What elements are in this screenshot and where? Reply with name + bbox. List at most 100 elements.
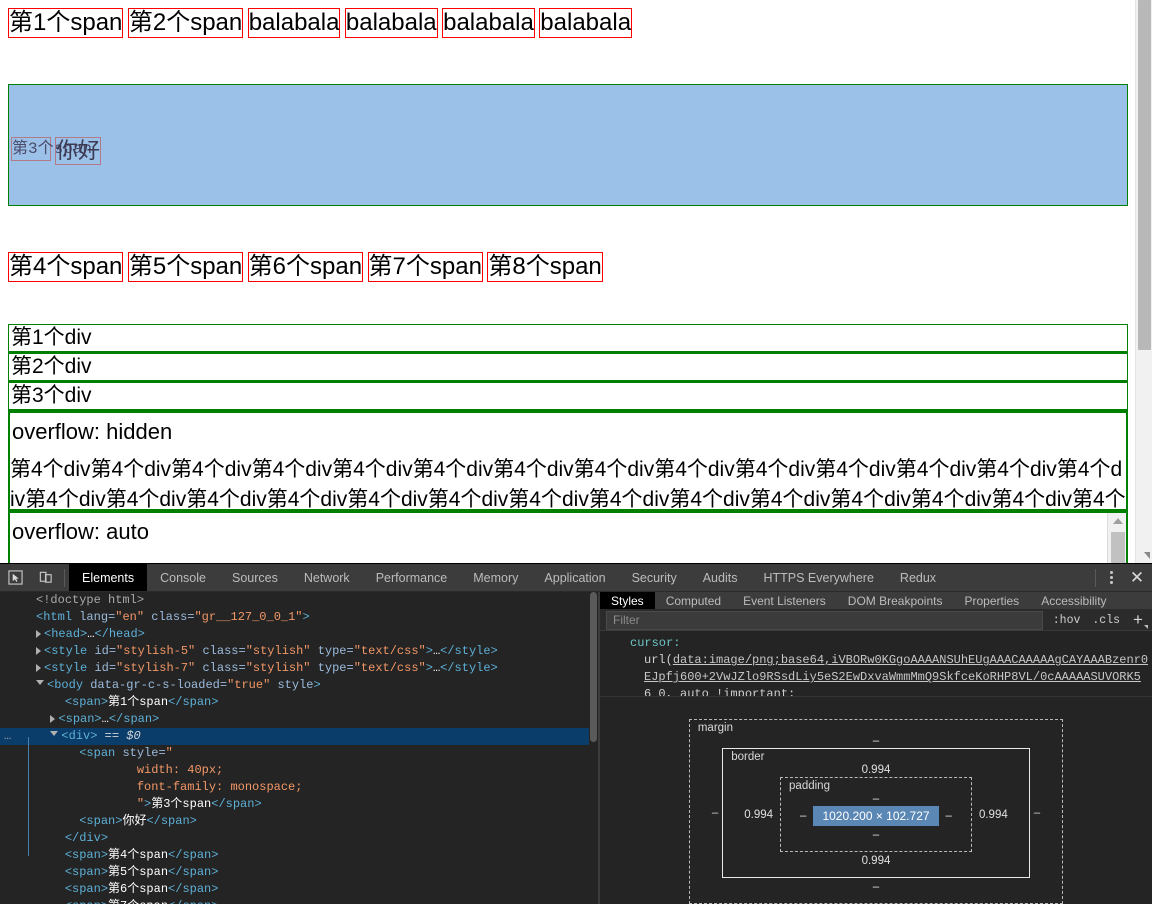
span-row-2: 第4个span 第5个span 第6个span 第7个span 第8个span	[8, 252, 1127, 282]
inspected-div-highlight[interactable]: 第3个span你好	[8, 84, 1128, 206]
expanded-triangle-icon[interactable]	[36, 680, 45, 689]
dom-row[interactable]: width: 40px;	[0, 762, 598, 779]
dom-row[interactable]: <head>…</head>	[0, 626, 598, 643]
dom-token-txt: 第1个span	[108, 695, 169, 709]
dom-token-tag: </span>	[168, 695, 219, 709]
resize-corner-icon[interactable]	[1144, 552, 1150, 559]
collapsed-triangle-icon[interactable]	[36, 629, 42, 638]
tab-security[interactable]: Security	[619, 564, 690, 591]
overflow-auto-scrollbar[interactable]	[1107, 513, 1126, 563]
tab-elements[interactable]: Elements	[69, 564, 148, 591]
dom-token-val: "text/css"	[353, 661, 426, 675]
dom-token-txt: 第3个span	[151, 797, 212, 811]
styles-tab-styles[interactable]: Styles	[600, 592, 655, 610]
blue-box-inner: 第3个span你好	[11, 137, 102, 165]
dom-scrollbar-thumb[interactable]	[590, 592, 597, 742]
dom-row[interactable]: <html lang="en" class="gr__127_0_0_1">	[0, 609, 598, 626]
dom-row[interactable]: <span>第5个span</span>	[0, 864, 598, 881]
tab-sources[interactable]: Sources	[219, 564, 291, 591]
css-value-line-2: EJpfj600+2VwJZlo9RSsdLiy5eS2EwDxvaWmmMmQ…	[644, 670, 1141, 685]
dom-token-attr: class=	[195, 661, 246, 675]
scroll-up-arrow-icon[interactable]	[1112, 518, 1123, 524]
tab-https-everywhere[interactable]: HTTPS Everywhere	[750, 564, 886, 591]
box-model-border[interactable]: border 0.994 0.994 padding – – 1020.200 …	[722, 748, 1030, 878]
collapsed-triangle-icon[interactable]	[50, 714, 56, 723]
dom-row[interactable]: <span>…</span>	[0, 711, 598, 728]
collapsed-triangle-icon[interactable]	[36, 646, 42, 655]
padding-bottom-value[interactable]: –	[793, 828, 959, 843]
cls-toggle[interactable]: .cls	[1086, 614, 1126, 627]
device-toolbar-icon[interactable]	[30, 564, 60, 591]
styles-tab-properties[interactable]: Properties	[953, 592, 1030, 609]
dom-row[interactable]: <style id="stylish-5" class="stylish" ty…	[0, 643, 598, 660]
styles-tab-computed[interactable]: Computed	[655, 592, 732, 609]
collapsed-triangle-icon[interactable]	[36, 663, 42, 672]
dom-row[interactable]: <span>第7个span</span>	[0, 898, 598, 904]
dom-row-ellipsis[interactable]: …	[4, 728, 11, 745]
span-item-1: 第4个span	[8, 252, 124, 282]
margin-right-value[interactable]: –	[1030, 807, 1044, 819]
filter-input[interactable]	[606, 610, 1043, 630]
padding-top-value[interactable]: –	[793, 792, 959, 806]
border-left-value[interactable]: 0.994	[737, 809, 780, 821]
dom-tree-panel[interactable]: <!doctype html> <html lang="en" class="g…	[0, 592, 598, 904]
span-item-5: balabala	[442, 8, 535, 38]
dom-tree-scrollbar[interactable]	[589, 592, 598, 904]
dom-row[interactable]: <body data-gr-c-s-loaded="true" style>	[0, 677, 598, 694]
content-box-size[interactable]: 1020.200 × 102.727	[813, 806, 939, 826]
dom-row-selected[interactable]: … <div> == $0	[0, 728, 598, 745]
padding-right-value[interactable]: –	[939, 810, 959, 822]
box-model-padding[interactable]: padding – – 1020.200 × 102.727 – –	[780, 777, 972, 852]
dom-token-tag: <span	[79, 746, 123, 760]
dom-row[interactable]: <span>第4个span</span>	[0, 847, 598, 864]
border-right-value[interactable]: 0.994	[972, 809, 1015, 821]
dom-row[interactable]: </div>	[0, 830, 598, 847]
dom-row[interactable]: ">第3个span</span>	[0, 796, 598, 813]
margin-left-value[interactable]: –	[708, 807, 722, 819]
dom-token-txt: 第6个span	[108, 882, 169, 896]
hov-toggle[interactable]: :hov	[1047, 614, 1087, 627]
tab-redux[interactable]: Redux	[887, 564, 949, 591]
dom-row[interactable]: font-family: monospace;	[0, 779, 598, 796]
dom-row[interactable]: <span>你好</span>	[0, 813, 598, 830]
expanded-triangle-icon[interactable]	[50, 731, 59, 740]
inspect-element-icon[interactable]	[0, 564, 30, 591]
div-1: 第1个div	[8, 324, 1128, 353]
kebab-menu-icon[interactable]	[1100, 564, 1122, 591]
tab-console[interactable]: Console	[147, 564, 219, 591]
border-top-value[interactable]: 0.994	[737, 763, 1014, 777]
page-scrollbar-thumb[interactable]	[1138, 0, 1151, 350]
styles-tab-accessibility[interactable]: Accessibility	[1030, 592, 1117, 609]
tab-network[interactable]: Network	[291, 564, 363, 591]
dom-row[interactable]: <style id="stylish-7" class="stylish" ty…	[0, 660, 598, 677]
margin-bottom-value[interactable]: –	[708, 880, 1044, 895]
styles-tab-event-listeners[interactable]: Event Listeners	[732, 592, 837, 609]
dom-row[interactable]: <span>第1个span</span>	[0, 694, 598, 711]
page-content: 第1个span 第2个span balabala balabala balaba…	[0, 0, 1135, 563]
padding-label: padding	[789, 780, 830, 792]
styles-tab-dom-breakpoints[interactable]: DOM Breakpoints	[837, 592, 954, 609]
tab-application[interactable]: Application	[531, 564, 618, 591]
dom-row[interactable]: <span style="	[0, 745, 598, 762]
tab-audits[interactable]: Audits	[690, 564, 751, 591]
dom-token-attr: class=	[144, 610, 195, 624]
padding-left-value[interactable]: –	[793, 810, 813, 822]
tab-memory[interactable]: Memory	[460, 564, 531, 591]
close-icon[interactable]: ✕	[1122, 564, 1152, 591]
margin-top-value[interactable]: –	[708, 734, 1044, 748]
dom-row[interactable]: <span>第6个span</span>	[0, 881, 598, 898]
overflow-auto-box[interactable]: overflow: auto	[8, 511, 1128, 563]
border-bottom-value[interactable]: 0.994	[737, 854, 1014, 869]
tab-performance[interactable]: Performance	[363, 564, 461, 591]
dom-row[interactable]: <!doctype html>	[0, 592, 598, 609]
scrollbar-thumb[interactable]	[1111, 532, 1125, 563]
css-rule-block[interactable]: cursor: url(data:image/png;base64,iVBORw…	[600, 631, 1152, 697]
box-model-margin[interactable]: margin – – border 0.994 0.994 padding –	[688, 719, 1064, 904]
page-vertical-scrollbar[interactable]	[1135, 0, 1152, 563]
dom-token-val: "true"	[227, 678, 271, 692]
new-style-rule-button[interactable]: +	[1126, 610, 1150, 630]
